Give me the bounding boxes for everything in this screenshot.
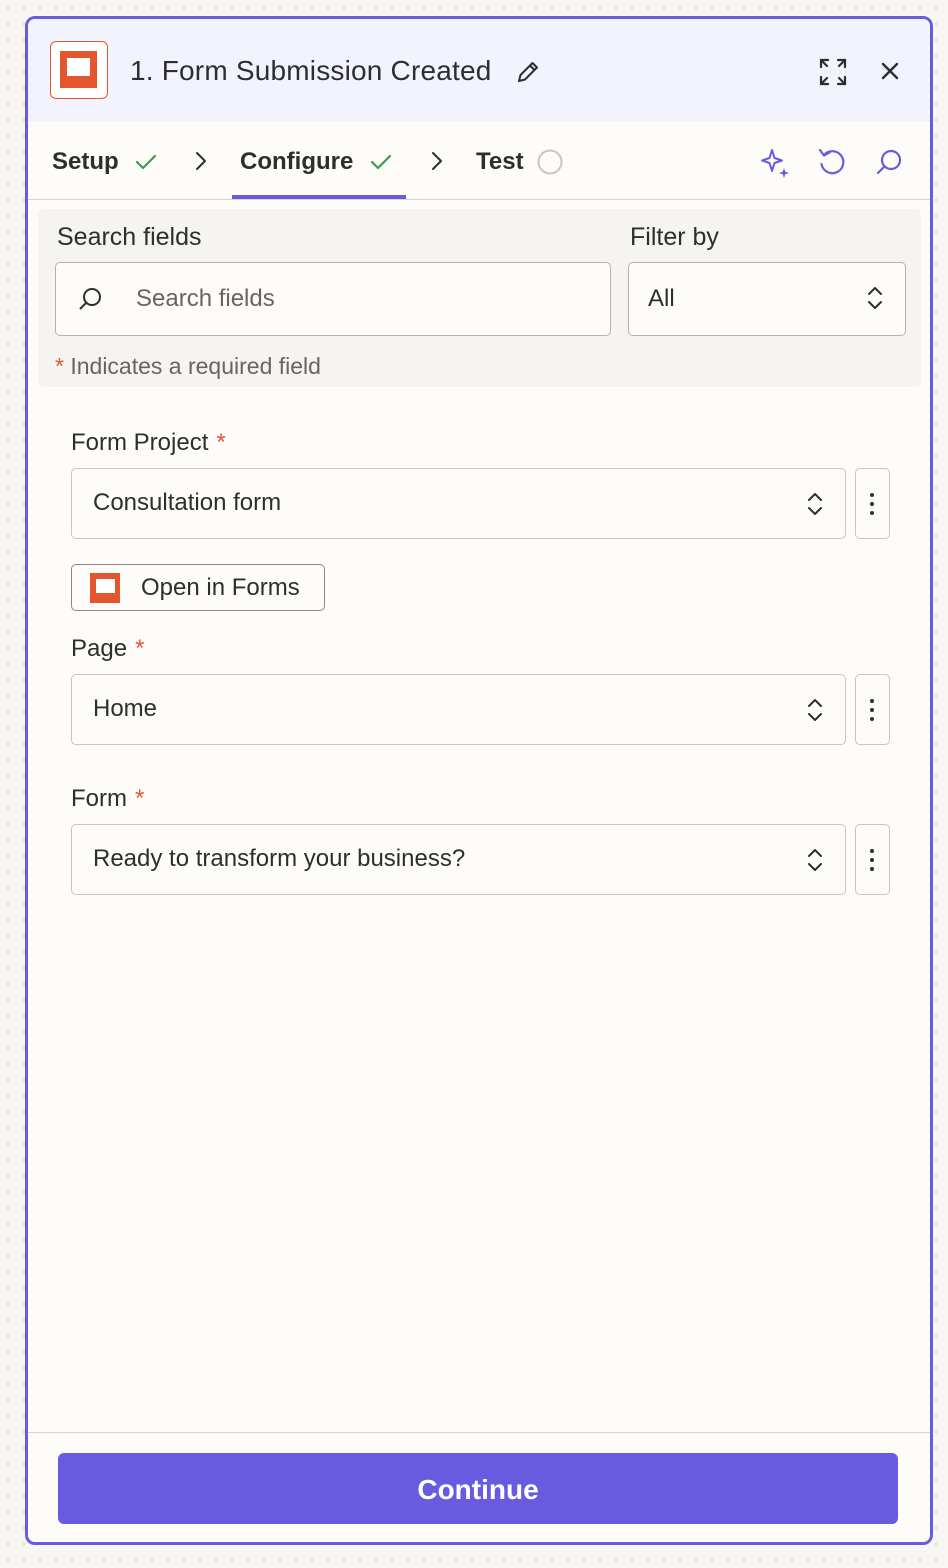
chevron-updown-icon (808, 699, 822, 721)
form-project-select[interactable]: Consultation form (71, 468, 846, 539)
forms-app-logo (50, 41, 108, 99)
chevron-updown-icon (808, 493, 822, 515)
active-tab-indicator (232, 195, 406, 199)
page-select[interactable]: Home (71, 674, 846, 745)
step-tabs: Setup Configure Test (28, 122, 930, 200)
chevron-right-icon (432, 152, 442, 170)
check-icon (370, 154, 392, 170)
open-in-forms-button[interactable]: Open in Forms (71, 564, 325, 611)
close-icon[interactable] (878, 59, 902, 83)
panel-footer: Continue (28, 1432, 930, 1542)
tab-configure[interactable]: Configure (240, 147, 353, 177)
required-field-note: * Indicates a required field (55, 353, 321, 379)
form-more-button[interactable] (855, 824, 890, 895)
search-icon (79, 288, 101, 310)
form-value: Ready to transform your business? (93, 845, 466, 872)
edit-pencil-icon[interactable] (515, 59, 541, 85)
refresh-icon[interactable] (816, 146, 848, 178)
forms-app-logo (90, 573, 120, 603)
filter-by-select[interactable]: All (628, 262, 906, 336)
pending-circle-icon (537, 149, 563, 175)
filter-by-label: Filter by (630, 223, 719, 251)
step-title[interactable]: 1. Form Submission Created (130, 53, 492, 89)
chevron-right-icon (196, 152, 206, 170)
form-select[interactable]: Ready to transform your business? (71, 824, 846, 895)
search-fields-label: Search fields (57, 223, 202, 251)
form-label: Form * (71, 785, 145, 812)
panel-header: 1. Form Submission Created (28, 19, 930, 122)
form-project-label: Form Project * (71, 429, 226, 456)
page-more-button[interactable] (855, 674, 890, 745)
filter-value: All (648, 285, 675, 312)
step-editor-panel: 1. Form Submission Created Setup Configu… (25, 16, 933, 1545)
sparkle-ai-icon[interactable] (758, 146, 792, 180)
continue-button[interactable]: Continue (58, 1453, 898, 1524)
check-icon (135, 154, 157, 170)
chevron-updown-icon (808, 849, 822, 871)
chevron-updown-icon (868, 287, 882, 309)
page-value: Home (93, 695, 158, 722)
field-search-section: Search fields Filter by Search fields Al… (38, 209, 921, 387)
page-label: Page * (71, 635, 145, 662)
expand-icon[interactable] (818, 57, 848, 87)
form-project-value: Consultation form (93, 489, 282, 516)
tab-test[interactable]: Test (476, 147, 524, 177)
search-icon[interactable] (873, 146, 905, 178)
search-fields-input[interactable]: Search fields (55, 262, 611, 336)
tab-setup[interactable]: Setup (52, 147, 119, 177)
form-project-more-button[interactable] (855, 468, 890, 539)
search-placeholder: Search fields (136, 285, 275, 312)
